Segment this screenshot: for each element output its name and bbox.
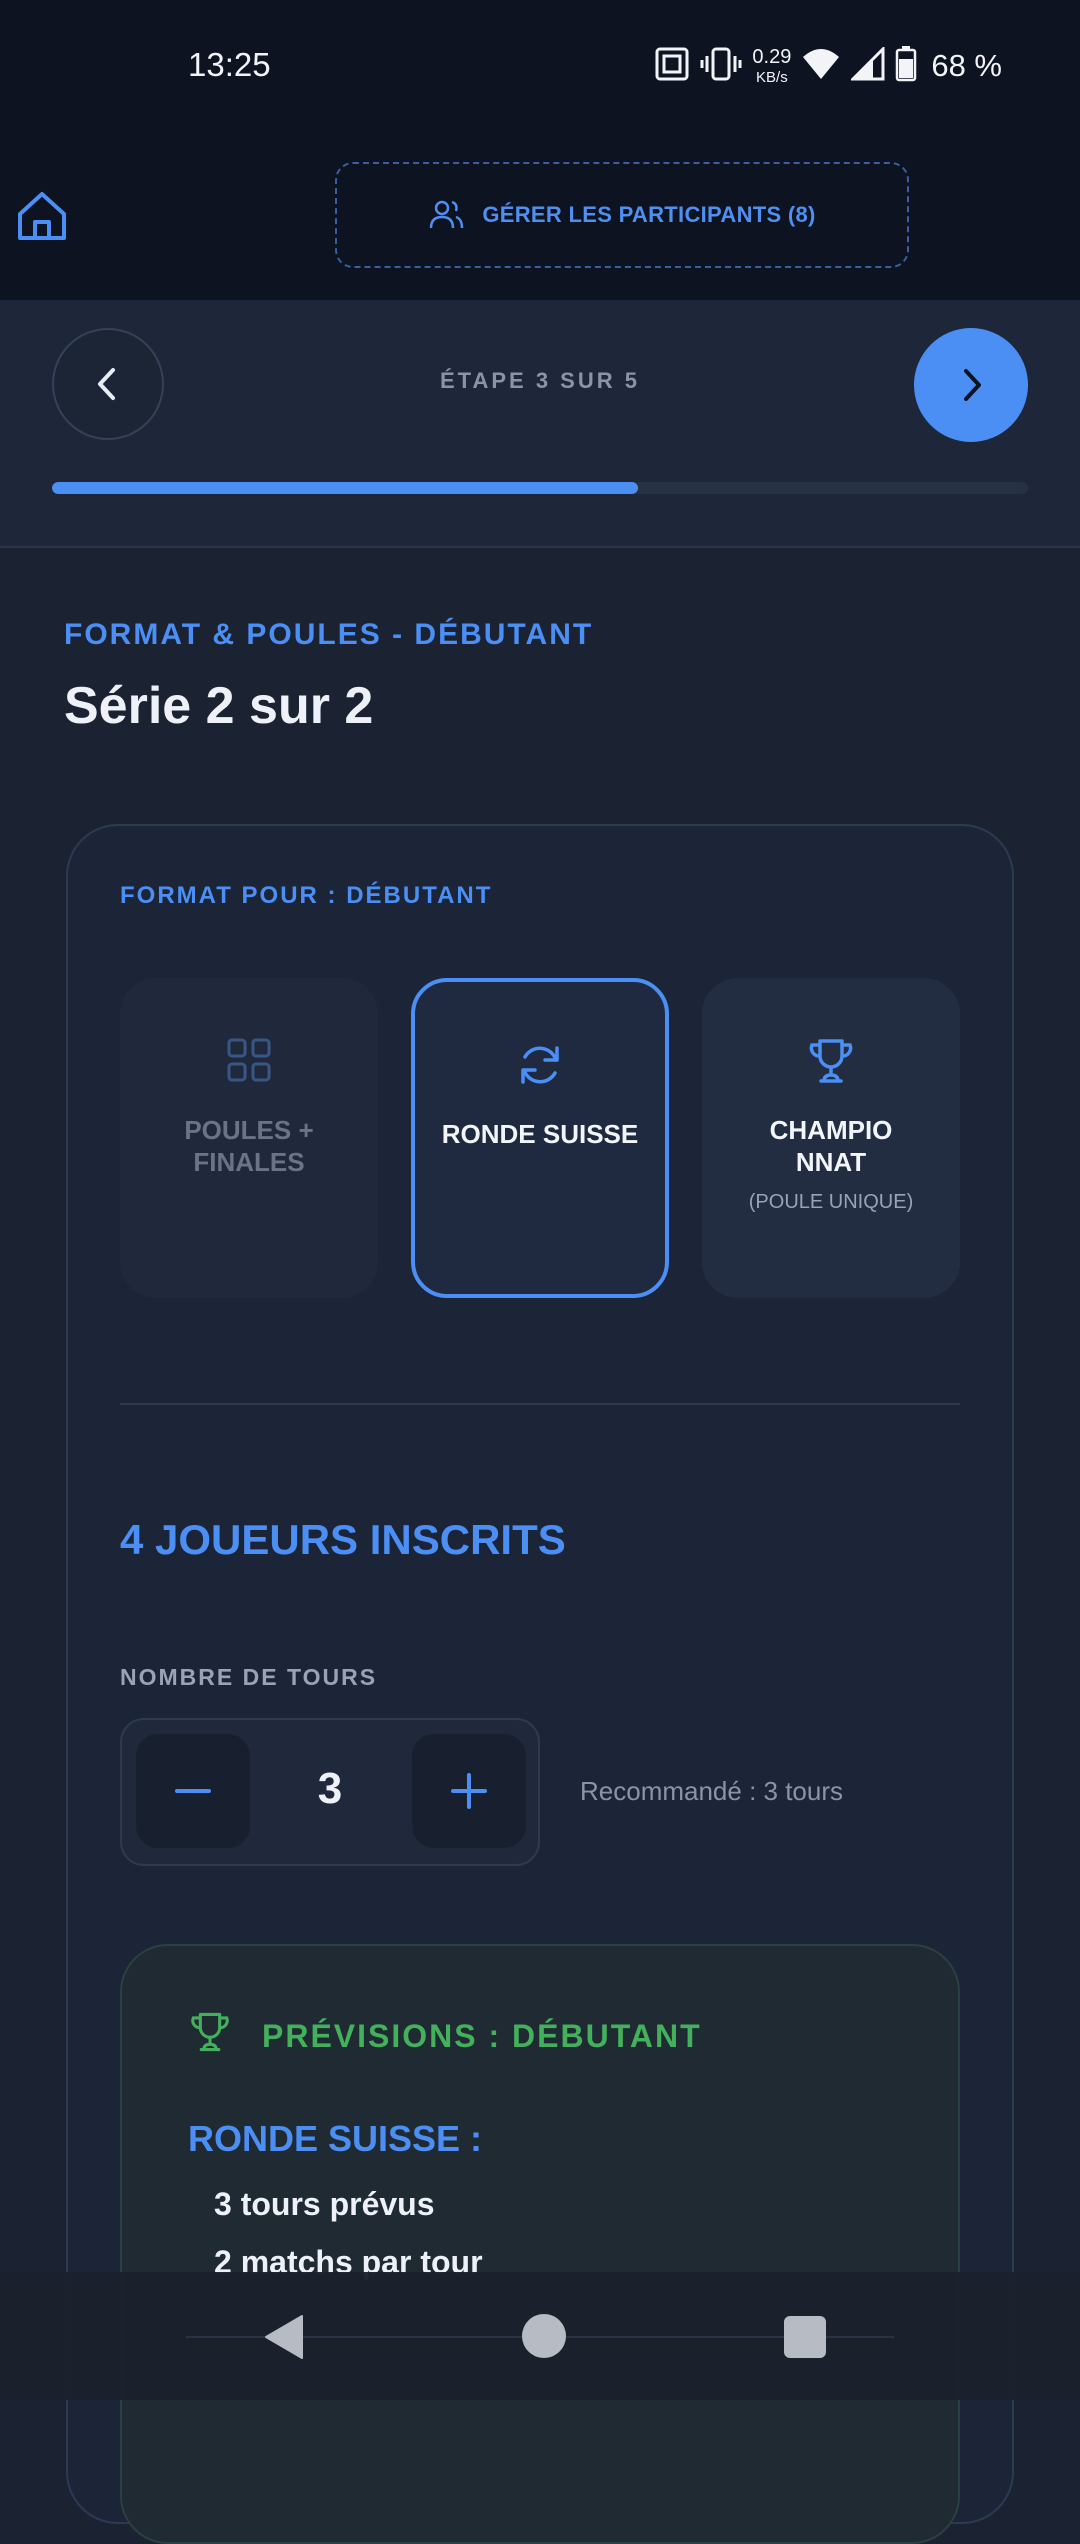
nfc-icon — [654, 46, 690, 87]
home-nav-button[interactable] — [522, 2314, 566, 2358]
players-count: 4 JOUEURS INSCRITS — [120, 1516, 566, 1563]
tours-recommendation: Recommandé : 3 tours — [580, 1776, 844, 1806]
battery-percentage: 68 % — [931, 48, 1002, 83]
back-triangle-icon — [265, 2315, 303, 2359]
signal-icon — [849, 44, 885, 86]
step-label: ÉTAPE 3 SUR 5 — [440, 368, 640, 393]
trophy-icon — [806, 1036, 856, 1090]
manage-participants-label: GÉRER LES PARTICIPANTS (8) — [482, 202, 816, 227]
increment-button[interactable] — [412, 1734, 526, 1848]
forecast-title: PRÉVISIONS : DÉBUTANT — [262, 2018, 702, 2054]
home-button[interactable] — [14, 188, 70, 244]
forecast-subtitle: RONDE SUISSE : — [188, 2118, 483, 2159]
chevron-right-icon — [964, 369, 981, 401]
vibrate-icon — [700, 46, 742, 87]
page-title: Série 2 sur 2 — [64, 677, 374, 735]
status-time: 13:25 — [188, 46, 271, 83]
users-icon — [430, 200, 464, 229]
decrement-button[interactable] — [136, 1734, 250, 1848]
chevron-left-icon — [98, 368, 115, 400]
home-icon — [18, 192, 66, 240]
tours-stepper: 3 — [120, 1718, 540, 1866]
step-navigation — [0, 300, 1080, 548]
step-progress-fill — [52, 482, 638, 494]
manage-participants-button[interactable]: GÉRER LES PARTICIPANTS (8) — [335, 162, 909, 268]
refresh-icon — [515, 1040, 565, 1094]
forecast-line: 3 tours prévus — [214, 2186, 435, 2222]
next-step-button[interactable] — [914, 328, 1028, 442]
grid-icon — [225, 1036, 273, 1090]
divider — [120, 1403, 960, 1405]
plus-icon — [451, 1773, 487, 1809]
format-option-poules-finales[interactable]: POULES + FINALES — [120, 978, 378, 1298]
trophy-icon — [188, 2010, 232, 2059]
section-eyebrow: FORMAT & POULES - DÉBUTANT — [64, 618, 594, 651]
minus-icon — [175, 1789, 211, 1793]
tours-label: NOMBRE DE TOURS — [120, 1664, 378, 1690]
format-label: FORMAT POUR : DÉBUTANT — [120, 882, 493, 909]
recents-nav-button[interactable] — [784, 2316, 826, 2358]
tours-value: 3 — [317, 1764, 343, 1813]
format-option-label: CHAMPIO NNAT — [769, 1115, 893, 1177]
step-progress-bar — [52, 482, 1028, 494]
format-option-sublabel: (POULE UNIQUE) — [748, 1191, 914, 1213]
wifi-icon — [801, 47, 841, 86]
format-option-label: POULES + FINALES — [184, 1115, 314, 1177]
back-nav-button[interactable] — [262, 2314, 306, 2365]
network-speed: 0.29 KB/s — [752, 46, 792, 86]
format-option-ronde-suisse[interactable]: RONDE SUISSE — [411, 978, 669, 1298]
format-option-label: RONDE SUISSE — [441, 1119, 639, 1149]
status-icons: 0.29 KB/s 68 % — [654, 44, 1080, 88]
battery-icon — [895, 45, 917, 87]
previous-step-button[interactable] — [52, 328, 164, 440]
format-option-championnat[interactable]: CHAMPIO NNAT (POULE UNIQUE) — [702, 978, 960, 1298]
